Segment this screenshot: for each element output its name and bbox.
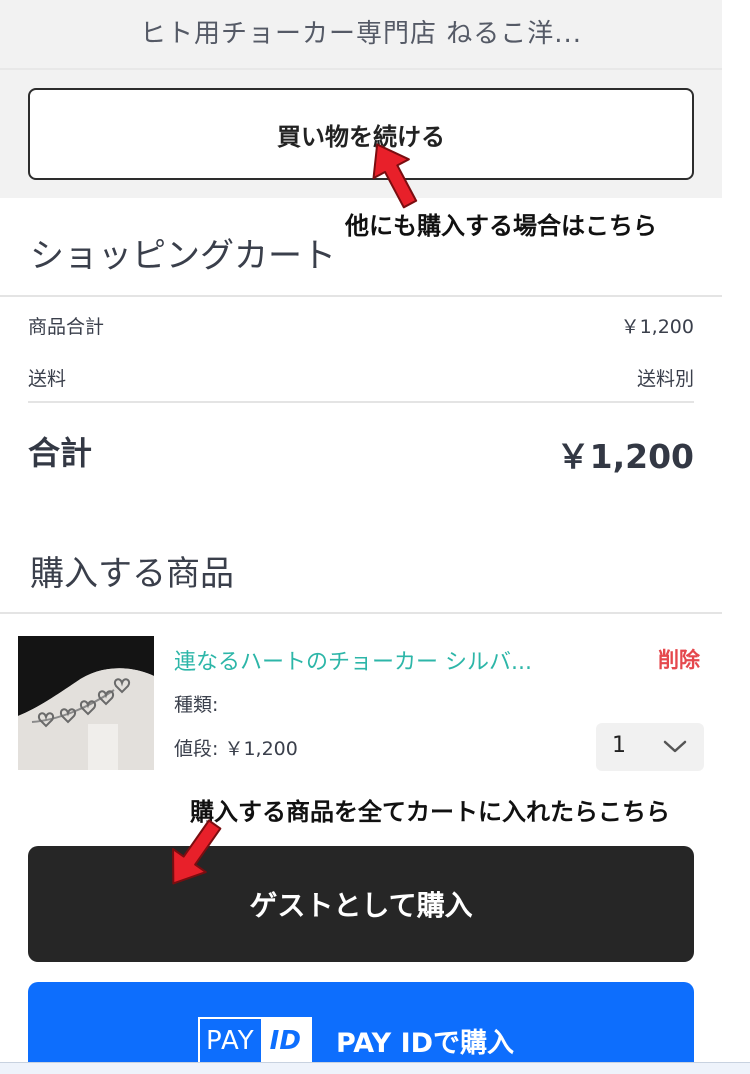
cart-title: ショッピングカート <box>30 236 336 276</box>
payid-checkout-button[interactable]: PAY ID PAY IDで購入 <box>28 982 694 1074</box>
red-arrow-icon <box>372 143 418 209</box>
subtotal-label: 商品合計 <box>28 316 105 338</box>
header-divider <box>0 68 722 70</box>
divider <box>28 401 694 403</box>
shipping-label: 送料 <box>28 368 67 390</box>
continue-hint-annotation: 他にも購入する場合はこちら <box>345 211 657 240</box>
item-price: 値段: ￥1,200 <box>174 738 298 760</box>
shipping-value: 送料別 <box>636 368 694 390</box>
variant-label: 種類: <box>174 694 219 716</box>
quantity-value: 1 <box>612 733 626 758</box>
payid-checkout-label: PAY IDで購入 <box>336 1028 515 1059</box>
total-value: ￥1,200 <box>556 437 694 476</box>
total-label: 合計 <box>28 434 93 472</box>
guest-checkout-button[interactable]: ゲストとして購入 <box>28 846 694 962</box>
payid-logo-pay: PAY <box>200 1019 261 1063</box>
items-section-title: 購入する商品 <box>30 554 234 594</box>
checkout-hint-annotation: 購入する商品を全てカートに入れたらこちら <box>190 797 670 826</box>
product-thumbnail[interactable] <box>18 636 154 770</box>
divider <box>0 612 722 614</box>
red-arrow-icon <box>172 819 222 885</box>
delete-item-button[interactable]: 削除 <box>658 644 700 674</box>
quantity-select[interactable]: 1 <box>596 723 704 771</box>
subtotal-value: ￥1,200 <box>620 316 694 338</box>
shop-name: ヒト用チョーカー専門店 ねるこ洋... <box>139 19 583 49</box>
divider <box>0 295 722 297</box>
continue-shopping-button[interactable]: 買い物を続ける <box>28 88 694 180</box>
payid-logo: PAY ID <box>198 1017 312 1065</box>
right-edge <box>722 0 750 1074</box>
product-name-link[interactable]: 連なるハートのチョーカー シルバ... <box>174 644 554 676</box>
payid-logo-id: ID <box>260 1019 310 1063</box>
chevron-down-icon <box>663 740 687 753</box>
bottom-browser-strip <box>0 1062 750 1074</box>
